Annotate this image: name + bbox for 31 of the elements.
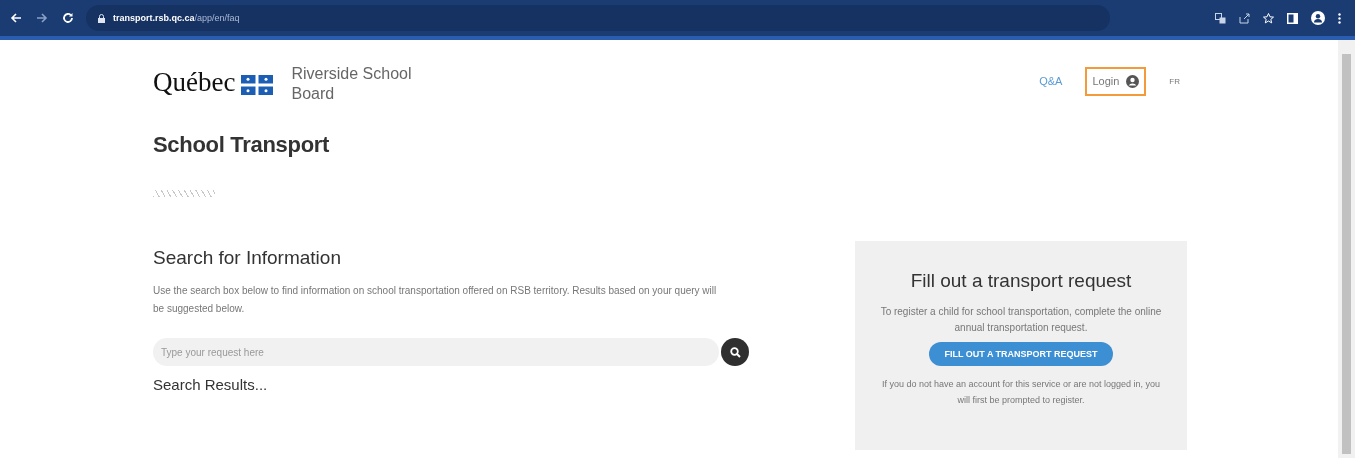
side-panel-icon[interactable] bbox=[1287, 12, 1298, 24]
nav-link[interactable]: Q&A bbox=[1032, 67, 1070, 95]
language-link[interactable]: FR bbox=[1162, 68, 1187, 94]
search-field[interactable]: Type your request here bbox=[153, 338, 719, 366]
user-icon bbox=[1126, 74, 1140, 88]
back-icon[interactable] bbox=[10, 12, 22, 24]
card-note: If you do not have an account for this service or are not logged in, you will first be prompted to register. bbox=[880, 378, 1162, 407]
menu-icon[interactable] bbox=[1338, 12, 1341, 24]
login-link[interactable]: Login bbox=[1085, 66, 1147, 96]
url-text: transport.rsb.qc.ca/app/en/faq bbox=[113, 13, 240, 23]
card-text: To register a child for school transportation, complete the online annual transportation request. bbox=[879, 305, 1163, 335]
description-text: Use the search box below to find information on school transportation offered on RSB territory. Results based on your query will be suggested below. bbox=[153, 284, 718, 316]
search-icon bbox=[729, 346, 741, 358]
address-bar[interactable]: transport.rsb.qc.ca/app/en/faq bbox=[86, 5, 1110, 31]
page-title: School Transport bbox=[153, 132, 331, 158]
share-icon[interactable] bbox=[1239, 12, 1250, 24]
reload-icon[interactable] bbox=[62, 12, 74, 24]
forward-icon[interactable] bbox=[36, 12, 48, 24]
search-button[interactable] bbox=[721, 338, 749, 366]
logo-text[interactable]: Québec bbox=[153, 67, 236, 98]
profile-icon[interactable] bbox=[1311, 11, 1325, 25]
lock-icon bbox=[98, 13, 105, 23]
section-heading: Search for Information bbox=[153, 247, 342, 269]
organization-name: Riverside School Board bbox=[291, 64, 413, 104]
card-title: Fill out a transport request bbox=[909, 270, 1133, 292]
results-heading: Search Results... bbox=[153, 376, 269, 393]
transport-request-button[interactable]: FILL OUT A TRANSPORT REQUEST bbox=[929, 342, 1113, 366]
scrollbar[interactable] bbox=[1338, 40, 1355, 458]
star-icon[interactable] bbox=[1263, 12, 1274, 24]
translate-icon[interactable] bbox=[1215, 12, 1226, 24]
flag-icon bbox=[241, 75, 274, 95]
